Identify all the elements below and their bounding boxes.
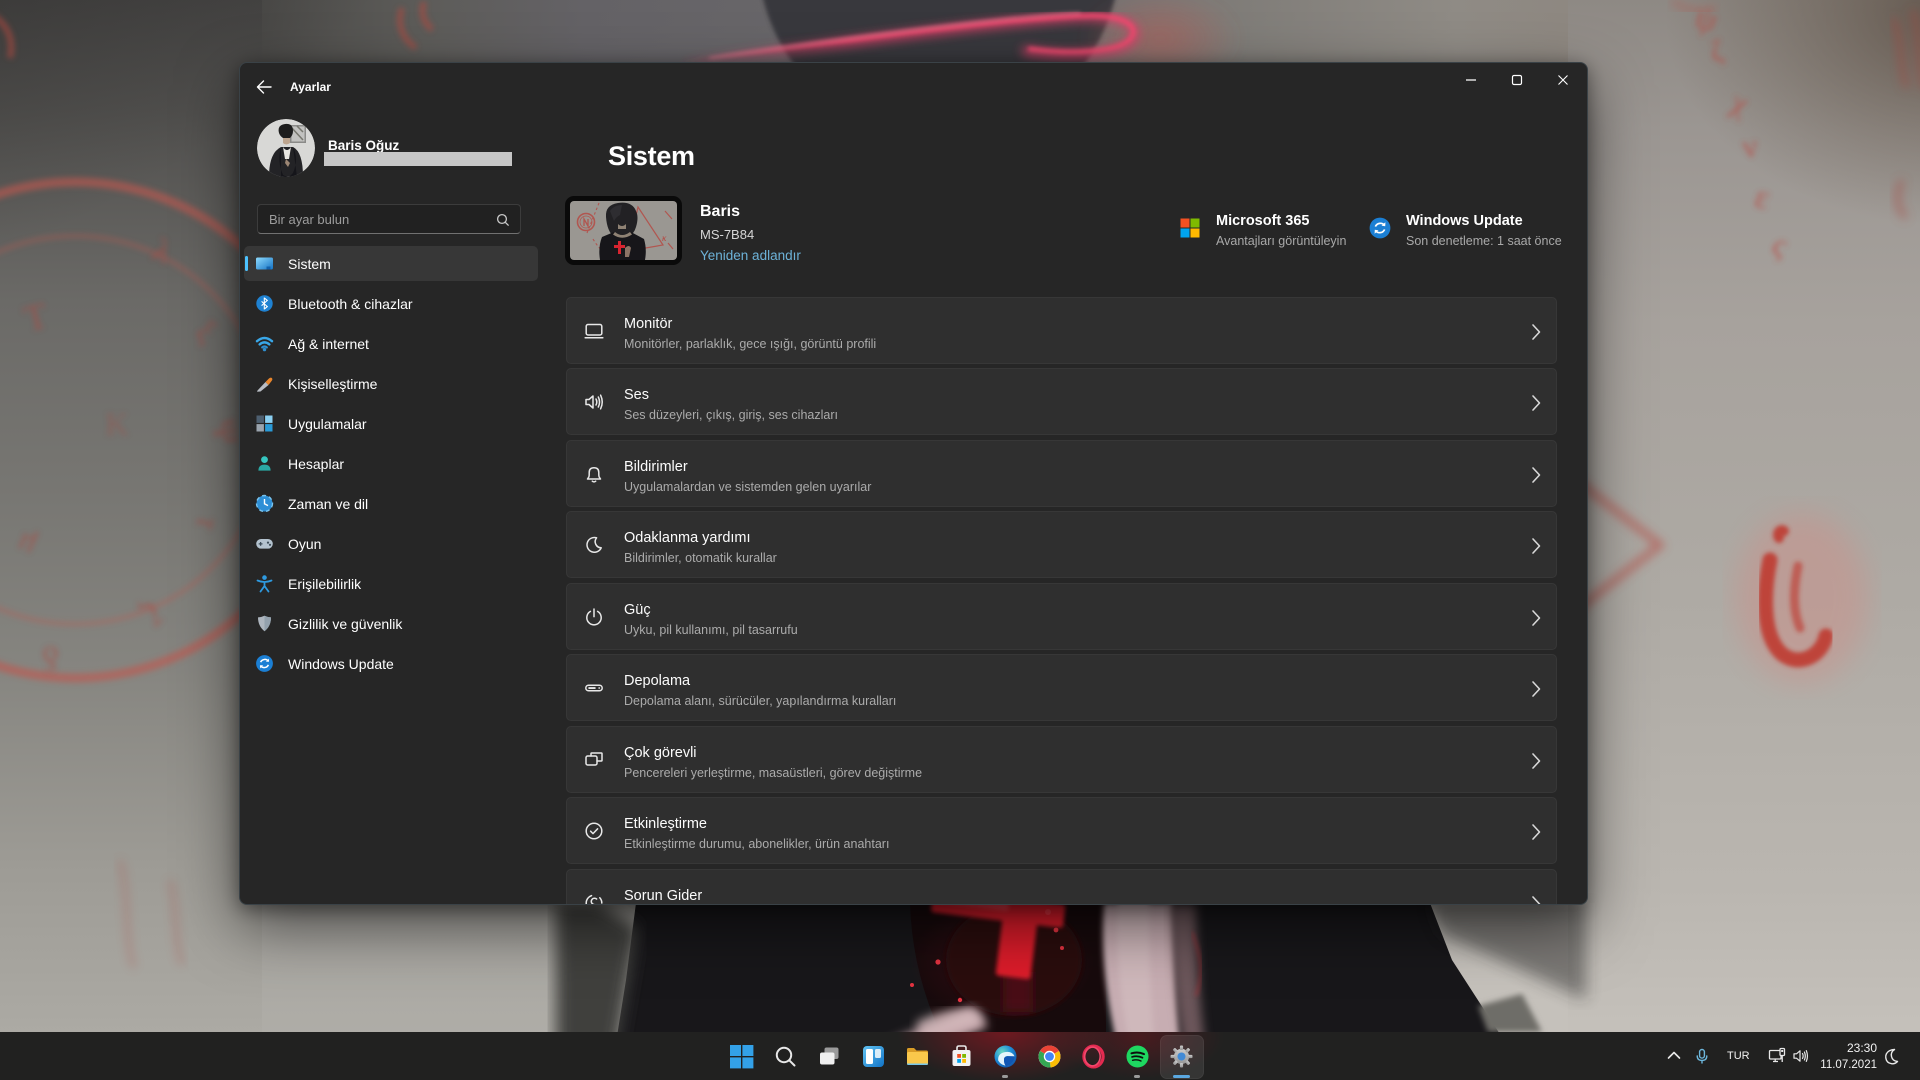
svg-text:κ: κ (662, 233, 667, 243)
svg-text:Κ: Κ (105, 407, 129, 443)
svg-text:δ: δ (41, 638, 61, 678)
